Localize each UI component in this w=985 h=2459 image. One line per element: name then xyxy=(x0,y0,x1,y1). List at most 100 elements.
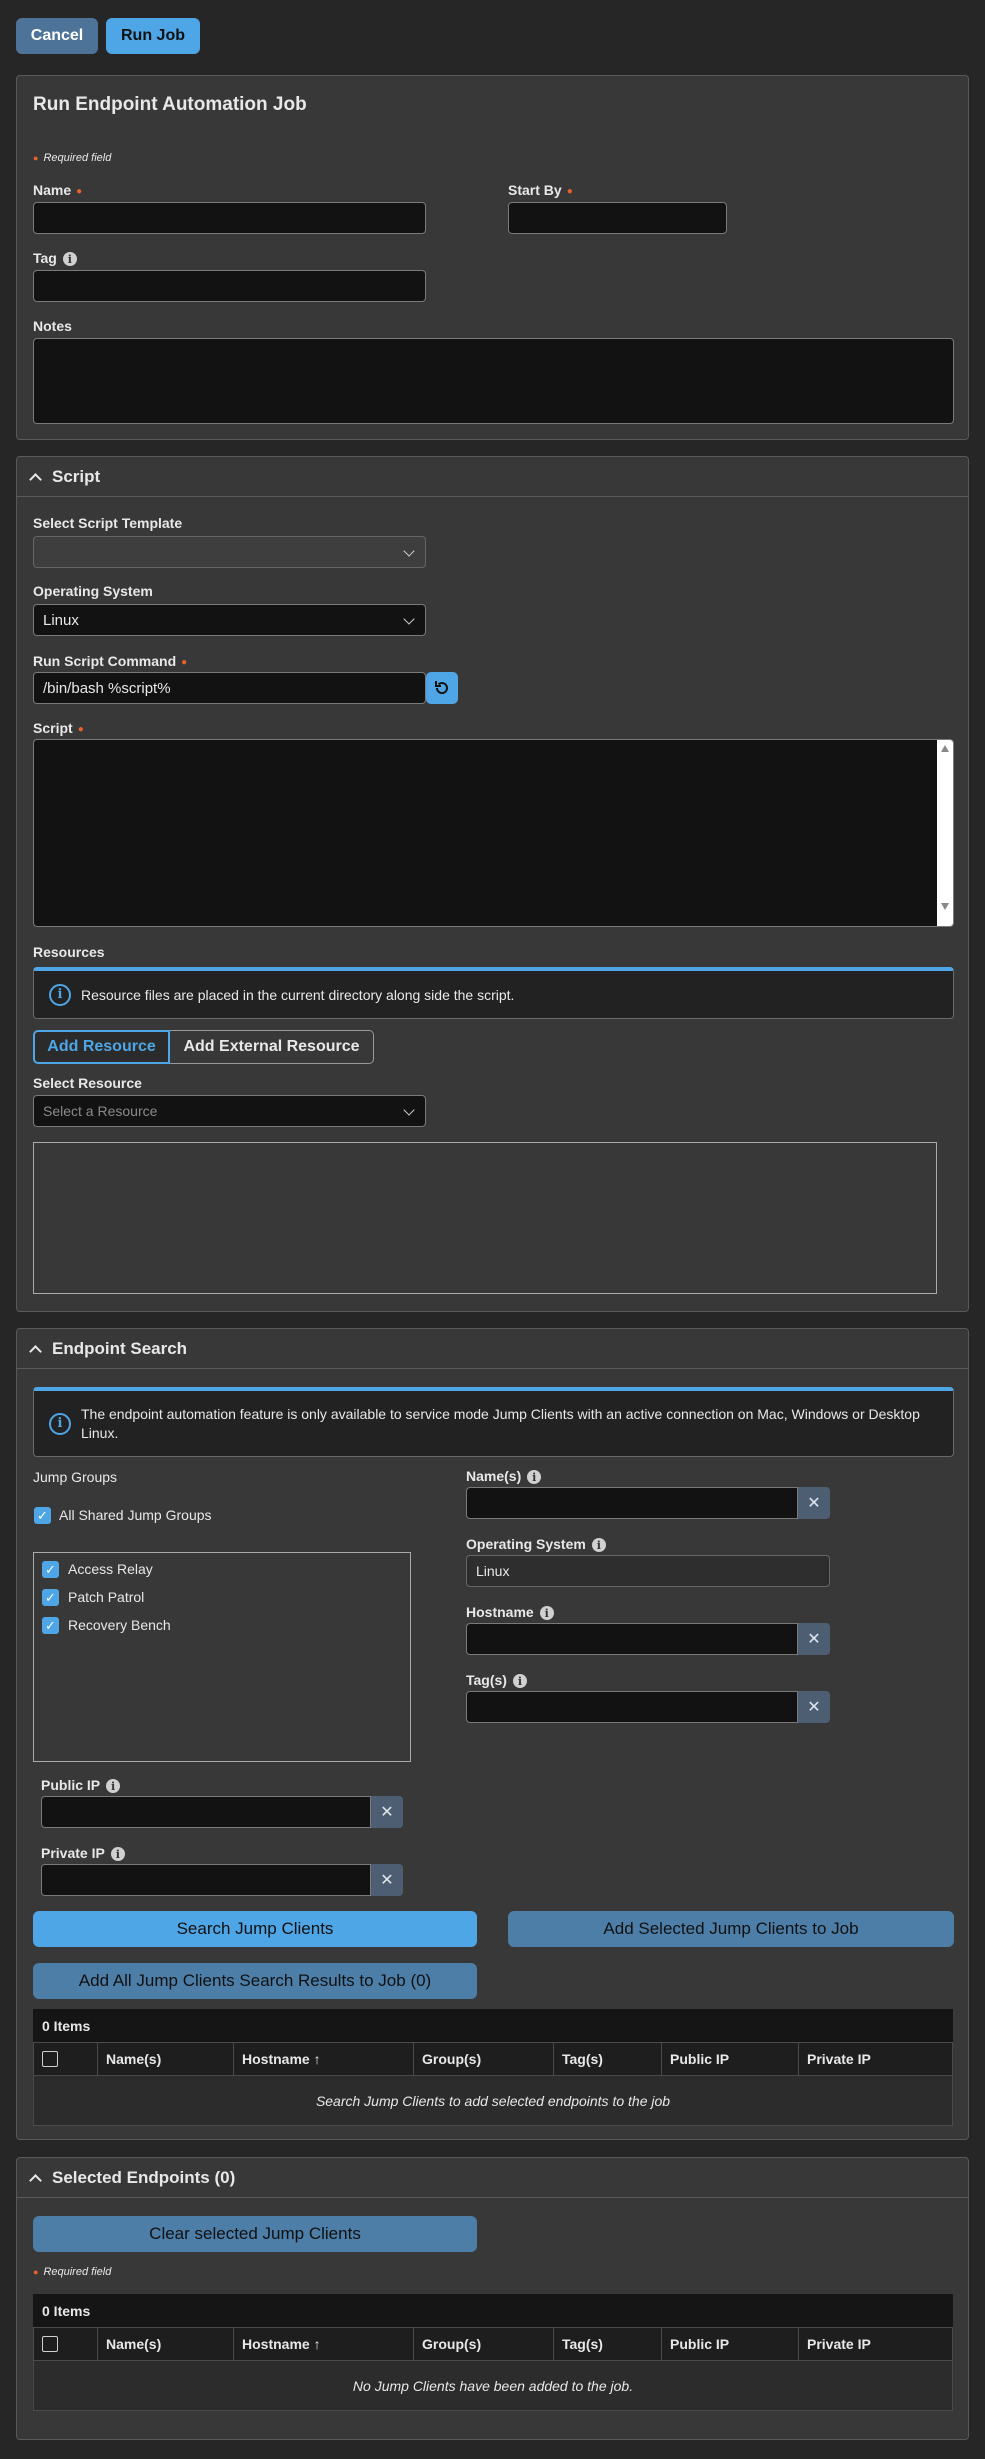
search-os-label-text: Operating System xyxy=(466,1536,586,1552)
tags-label: Tag(s) i xyxy=(466,1672,527,1689)
group-checkbox-access-relay[interactable]: ✓ xyxy=(42,1561,59,1578)
info-icon[interactable]: i xyxy=(512,1674,527,1689)
select-resource-dropdown[interactable]: Select a Resource xyxy=(33,1095,426,1127)
col-names[interactable]: Name(s) xyxy=(98,2043,234,2075)
search-os-select[interactable]: Linux xyxy=(466,1555,830,1587)
jump-groups-label: Jump Groups xyxy=(33,1469,118,1485)
group-checkbox-recovery-bench[interactable]: ✓ xyxy=(42,1617,59,1634)
info-icon[interactable]: i xyxy=(106,1779,121,1794)
scroll-down-arrow[interactable] xyxy=(941,903,949,910)
selected-endpoints-header[interactable]: Selected Endpoints (0) xyxy=(17,2158,968,2198)
run-job-button[interactable]: Run Job xyxy=(106,18,200,54)
tags-input[interactable] xyxy=(466,1691,798,1723)
run-command-value: /bin/bash %script% xyxy=(43,679,171,697)
select-all-checkbox-cell[interactable] xyxy=(34,2043,98,2075)
clear-private-ip-button[interactable]: ✕ xyxy=(371,1864,403,1896)
selected-header: Name(s) Hostname ↑ Group(s) Tag(s) Publi… xyxy=(33,2327,953,2361)
notes-label: Notes xyxy=(33,318,72,334)
add-all-results-button[interactable]: Add All Jump Clients Search Results to J… xyxy=(33,1963,477,1999)
name-input[interactable] xyxy=(33,202,426,234)
tab-add-external-label: Add External Resource xyxy=(183,1038,360,1055)
required-dot: ● xyxy=(76,185,83,197)
clear-selected-button[interactable]: Clear selected Jump Clients xyxy=(33,2216,477,2252)
private-ip-label: Private IP i xyxy=(41,1845,125,1862)
search-jump-clients-button[interactable]: Search Jump Clients xyxy=(33,1911,477,1947)
search-os-value: Linux xyxy=(476,1563,510,1579)
info-icon[interactable]: i xyxy=(110,1847,125,1862)
resources-label: Resources xyxy=(33,944,105,960)
tag-label-text: Tag xyxy=(33,250,57,266)
col-tags[interactable]: Tag(s) xyxy=(554,2328,662,2360)
select-all-checkbox[interactable] xyxy=(42,2051,58,2067)
public-ip-input[interactable] xyxy=(41,1796,371,1828)
search-results-count: 0 Items xyxy=(33,2009,953,2043)
script-panel: Script Select Script Template Operating … xyxy=(16,456,969,1312)
script-textarea[interactable] xyxy=(33,739,954,927)
notes-textarea[interactable] xyxy=(33,338,954,424)
resource-list-box xyxy=(33,1142,937,1294)
names-input[interactable] xyxy=(466,1487,798,1519)
clear-tags-button[interactable]: ✕ xyxy=(798,1691,830,1723)
template-label: Select Script Template xyxy=(33,515,183,531)
resources-notice-text: Resource files are placed in the current… xyxy=(81,986,515,1003)
col-hostname[interactable]: Hostname ↑ xyxy=(234,2043,414,2075)
select-resource-placeholder: Select a Resource xyxy=(43,1103,158,1119)
group-checkbox-patch-patrol[interactable]: ✓ xyxy=(42,1589,59,1606)
selected-count: 0 Items xyxy=(33,2294,953,2328)
jump-groups-list: ✓ Access Relay ✓ Patch Patrol ✓ Recovery… xyxy=(33,1552,411,1762)
add-selected-button[interactable]: Add Selected Jump Clients to Job xyxy=(508,1911,954,1947)
hostname-input[interactable] xyxy=(466,1623,798,1655)
tab-add-resource[interactable]: Add Resource xyxy=(33,1030,170,1064)
run-command-input[interactable]: /bin/bash %script% xyxy=(33,672,426,704)
all-shared-label: All Shared Jump Groups xyxy=(59,1507,212,1523)
tab-add-resource-label: Add Resource xyxy=(47,1038,156,1055)
script-template-select[interactable] xyxy=(33,536,426,568)
clear-public-ip-button[interactable]: ✕ xyxy=(371,1796,403,1828)
clear-names-button[interactable]: ✕ xyxy=(798,1487,830,1519)
name-label: Name ● xyxy=(33,182,82,198)
select-all-checkbox[interactable] xyxy=(42,2336,58,2352)
info-icon[interactable]: i xyxy=(591,1538,606,1553)
col-names[interactable]: Name(s) xyxy=(98,2328,234,2360)
required-dot: ● xyxy=(566,185,573,197)
endpoint-notice-text: The endpoint automation feature is only … xyxy=(81,1405,920,1441)
required-note-text: Required field xyxy=(43,152,112,164)
cancel-button[interactable]: Cancel xyxy=(16,18,98,54)
col-hostname[interactable]: Hostname ↑ xyxy=(234,2328,414,2360)
endpoint-search-header-text: Endpoint Search xyxy=(52,1338,188,1358)
col-groups[interactable]: Group(s) xyxy=(414,2328,554,2360)
tab-add-external-resource[interactable]: Add External Resource xyxy=(170,1030,374,1064)
resources-notice: i Resource files are placed in the curren… xyxy=(33,967,954,1019)
script-section-header[interactable]: Script xyxy=(17,457,968,497)
os-select[interactable]: Linux xyxy=(33,604,426,636)
tags-label-text: Tag(s) xyxy=(466,1672,507,1688)
required-note: ● Required field xyxy=(33,2266,112,2278)
endpoint-search-panel: Endpoint Search i The endpoint automation… xyxy=(16,1328,969,2140)
all-shared-checkbox[interactable]: ✓ xyxy=(34,1507,51,1524)
info-icon: i xyxy=(49,1412,71,1435)
script-label: Script ● xyxy=(33,720,84,736)
col-public-ip[interactable]: Public IP xyxy=(662,2043,799,2075)
start-by-input[interactable] xyxy=(508,202,727,234)
chevron-down-icon xyxy=(403,1104,415,1116)
col-groups[interactable]: Group(s) xyxy=(414,2043,554,2075)
group-label: Access Relay xyxy=(68,1561,153,1577)
info-icon[interactable]: i xyxy=(62,252,77,267)
select-all-checkbox-cell[interactable] xyxy=(34,2328,98,2360)
endpoint-notice: i The endpoint automation feature is only… xyxy=(33,1387,954,1457)
clear-hostname-button[interactable]: ✕ xyxy=(798,1623,830,1655)
col-tags[interactable]: Tag(s) xyxy=(554,2043,662,2075)
required-dot: ● xyxy=(77,723,84,735)
endpoint-search-header[interactable]: Endpoint Search xyxy=(17,1329,968,1369)
col-public-ip[interactable]: Public IP xyxy=(662,2328,799,2360)
chevron-down-icon xyxy=(403,545,415,557)
col-private-ip[interactable]: Private IP xyxy=(799,2043,952,2075)
reset-command-button[interactable] xyxy=(426,672,458,704)
col-private-ip[interactable]: Private IP xyxy=(799,2328,952,2360)
tag-input[interactable] xyxy=(33,270,426,302)
scroll-up-arrow[interactable] xyxy=(941,745,949,752)
private-ip-input[interactable] xyxy=(41,1864,371,1896)
info-icon[interactable]: i xyxy=(539,1606,554,1621)
script-scrollbar[interactable] xyxy=(937,740,953,926)
info-icon[interactable]: i xyxy=(527,1470,542,1485)
